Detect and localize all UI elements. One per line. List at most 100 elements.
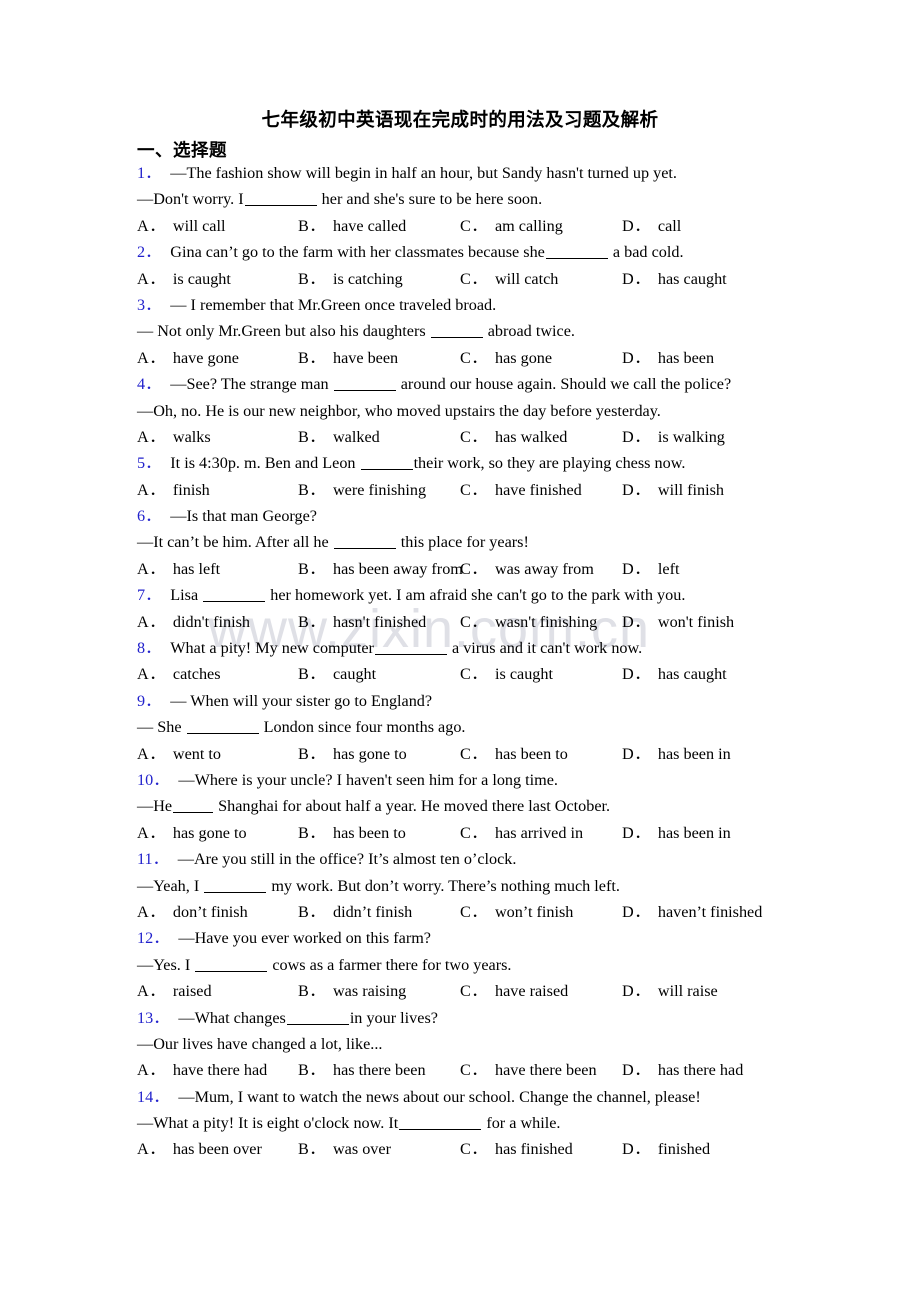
option-a[interactable]: A． has gone to <box>137 820 247 846</box>
option-row: A． finish B． were finishing C． have finished D… <box>0 477 920 503</box>
option-c[interactable]: C． have raised <box>460 978 568 1004</box>
option-text: catches <box>172 665 221 684</box>
option-b[interactable]: B． was over <box>298 1136 391 1162</box>
answer-blank[interactable] <box>430 324 483 339</box>
option-a[interactable]: A． have there had <box>137 1057 267 1083</box>
option-a[interactable]: A． went to <box>137 741 221 767</box>
option-b[interactable]: B． have called <box>298 213 406 239</box>
answer-blank[interactable] <box>333 377 396 392</box>
question-stem-line: 8． What a pity! My new computer a virus a… <box>0 635 920 661</box>
option-c[interactable]: C． is caught <box>460 661 553 687</box>
option-a[interactable]: A． don’t finish <box>137 899 248 925</box>
option-text: have raised <box>494 982 569 1001</box>
option-label: A． <box>137 612 166 631</box>
option-c[interactable]: C． am calling <box>460 213 563 239</box>
option-text: were finishing <box>332 480 427 499</box>
option-a[interactable]: A． finish <box>137 477 210 503</box>
option-c[interactable]: C． wasn't finishing <box>460 609 597 635</box>
option-a[interactable]: A． will call <box>137 213 225 239</box>
option-c[interactable]: C． has gone <box>460 345 552 371</box>
option-d[interactable]: D． has been in <box>622 820 731 846</box>
option-b[interactable]: B． hasn't finished <box>298 609 426 635</box>
question-reply-line: —Yeah, I my work. But don’t worry. There… <box>0 873 920 899</box>
option-c[interactable]: C． was away from <box>460 556 594 582</box>
answer-blank[interactable] <box>545 245 608 260</box>
option-label: D． <box>622 1140 651 1159</box>
option-c[interactable]: C． has arrived in <box>460 820 583 846</box>
question-reply-line: —Yes. I cows as a farmer there for two y… <box>0 952 920 978</box>
option-b[interactable]: B． were finishing <box>298 477 426 503</box>
option-b[interactable]: B． is catching <box>298 266 403 292</box>
option-b[interactable]: B． caught <box>298 661 376 687</box>
option-d[interactable]: D． will finish <box>622 477 724 503</box>
option-c[interactable]: C． has been to <box>460 741 568 767</box>
option-a[interactable]: A． is caught <box>137 266 231 292</box>
option-b[interactable]: B． walked <box>298 424 380 450</box>
option-text: has caught <box>657 269 727 288</box>
option-c[interactable]: C． won’t finish <box>460 899 573 925</box>
option-label: C． <box>460 427 488 446</box>
option-c[interactable]: C． will catch <box>460 266 558 292</box>
question-number: 2． <box>137 243 162 262</box>
option-d[interactable]: D． left <box>622 556 679 582</box>
question-stem: 1． —The fashion show will begin in half a… <box>137 160 677 186</box>
option-d[interactable]: D． has caught <box>622 266 727 292</box>
option-b[interactable]: B． didn’t finish <box>298 899 412 925</box>
question-stem-text: —What changes in your lives? <box>178 1008 438 1027</box>
option-label: D． <box>622 480 651 499</box>
answer-blank[interactable] <box>204 879 267 893</box>
page-title: 七年级初中英语现在完成时的用法及习题及解析 <box>261 111 659 131</box>
option-a[interactable]: A． didn't finish <box>137 609 250 635</box>
option-d[interactable]: D． has there had <box>622 1057 743 1083</box>
option-text: walks <box>172 427 211 446</box>
option-label: C． <box>460 1140 488 1159</box>
answer-blank[interactable] <box>173 799 214 814</box>
option-b[interactable]: B． was raising <box>298 978 406 1004</box>
option-a[interactable]: A． raised <box>137 978 212 1004</box>
option-d[interactable]: D． call <box>622 213 681 239</box>
option-d[interactable]: D． haven’t finished <box>622 899 762 925</box>
option-a[interactable]: A． walks <box>137 424 211 450</box>
option-d[interactable]: D． has caught <box>622 661 727 687</box>
option-b[interactable]: B． have been <box>298 345 398 371</box>
question-reply-text: — She London since four months ago. <box>137 718 466 737</box>
option-b[interactable]: B． has there been <box>298 1057 426 1083</box>
answer-blank[interactable] <box>360 456 413 471</box>
option-a[interactable]: A． have gone <box>137 345 239 371</box>
option-text: has gone <box>494 348 553 367</box>
option-d[interactable]: D． will raise <box>622 978 718 1004</box>
question-stem-line: 6． —Is that man George? <box>0 503 920 529</box>
option-a[interactable]: A． has been over <box>137 1136 262 1162</box>
option-d[interactable]: D． has been <box>622 345 714 371</box>
answer-blank[interactable] <box>244 192 317 207</box>
option-c[interactable]: C． has walked <box>460 424 567 450</box>
option-c[interactable]: C． have there been <box>460 1057 597 1083</box>
option-d[interactable]: D． has been in <box>622 741 731 767</box>
option-a[interactable]: A． has left <box>137 556 220 582</box>
option-text: has been over <box>172 1140 262 1159</box>
option-b[interactable]: B． has gone to <box>298 741 407 767</box>
answer-blank[interactable] <box>195 958 268 972</box>
option-d[interactable]: D． finished <box>622 1136 710 1162</box>
option-d[interactable]: D． won't finish <box>622 609 734 635</box>
option-text: has been in <box>657 744 731 763</box>
option-text: was over <box>332 1140 391 1159</box>
answer-blank[interactable] <box>203 588 266 603</box>
option-b[interactable]: B． has been to <box>298 820 406 846</box>
answer-blank[interactable] <box>186 720 259 735</box>
option-d[interactable]: D． is walking <box>622 424 725 450</box>
option-row: A． has left B． has been away from C． was away… <box>0 556 920 582</box>
option-text: has left <box>172 559 221 578</box>
question-stem: 2． Gina can’t go to the farm with her cla… <box>137 239 684 265</box>
option-c[interactable]: C． have finished <box>460 477 582 503</box>
answer-blank[interactable] <box>286 1011 349 1025</box>
answer-blank[interactable] <box>333 535 396 550</box>
answer-blank[interactable] <box>374 641 447 656</box>
option-c[interactable]: C． has finished <box>460 1136 573 1162</box>
answer-blank[interactable] <box>399 1116 482 1131</box>
option-a[interactable]: A． catches <box>137 661 221 687</box>
option-b[interactable]: B． has been away from <box>298 556 463 582</box>
option-label: C． <box>460 665 488 684</box>
option-label: C． <box>460 823 488 842</box>
question-reply-line: —Our lives have changed a lot, like... <box>0 1031 920 1057</box>
